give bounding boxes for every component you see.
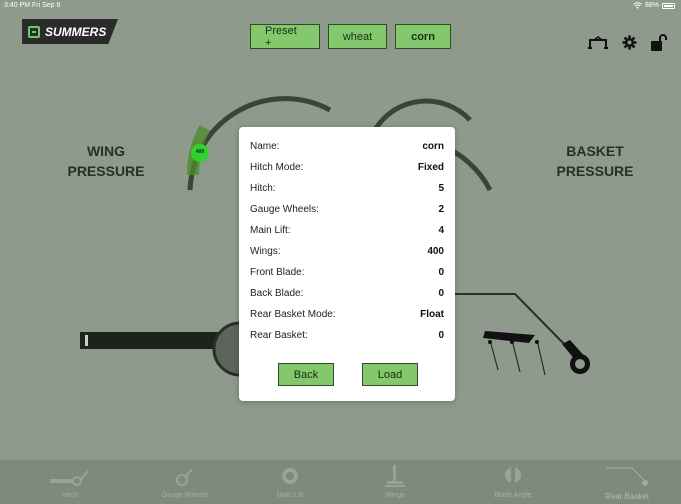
nav-blade-angle[interactable]: Blade Angle: [485, 460, 541, 504]
detail-row-hitch-mode: Hitch Mode: Fixed: [250, 161, 444, 173]
wings-icon: [385, 465, 405, 487]
nav-gauge-wheels[interactable]: Gauge Wheels: [150, 460, 220, 504]
detail-row-name: Name: corn: [250, 140, 444, 152]
gauge-wheels-icon: [176, 468, 193, 486]
nav-hitch[interactable]: Hitch: [45, 460, 95, 504]
nav-wings[interactable]: Wings: [375, 460, 415, 504]
detail-row-back-blade: Back Blade: 0: [250, 287, 444, 299]
nav-main-lift[interactable]: Main Lift: [265, 460, 315, 504]
wing-pressure-label: WING PRESSURE: [67, 143, 145, 179]
detail-row-wings: Wings: 400: [250, 245, 444, 257]
detail-row-rear-basket: Rear Basket: 0: [250, 329, 444, 341]
basket-pressure-label: BASKET PRESSURE: [556, 143, 634, 179]
detail-row-hitch: Hitch: 5: [250, 182, 444, 194]
back-button[interactable]: Back: [278, 363, 334, 386]
hitch-icon: [50, 470, 89, 486]
main-lift-icon: [282, 468, 298, 484]
wing-gauge-value: 400: [195, 149, 205, 155]
wing-bar-marker: [85, 335, 88, 346]
detail-row-front-blade: Front Blade: 0: [250, 266, 444, 278]
bottom-nav: Hitch Gauge Wheels Main Lift Wings Blade…: [0, 460, 681, 504]
blade-angle-icon: [505, 467, 521, 483]
preset-details-dialog: Name: corn Hitch Mode: Fixed Hitch: 5 Gauge…: [239, 127, 455, 401]
detail-row-main-lift: Main Lift: 4: [250, 224, 444, 236]
nav-rear-basket[interactable]: Rear Basket: [595, 460, 659, 504]
load-button[interactable]: Load: [362, 363, 418, 386]
detail-row-gauge-wheels: Gauge Wheels: 2: [250, 203, 444, 215]
rear-basket-icon: [606, 467, 648, 486]
detail-row-rear-basket-mode: Rear Basket Mode: Float: [250, 308, 444, 320]
